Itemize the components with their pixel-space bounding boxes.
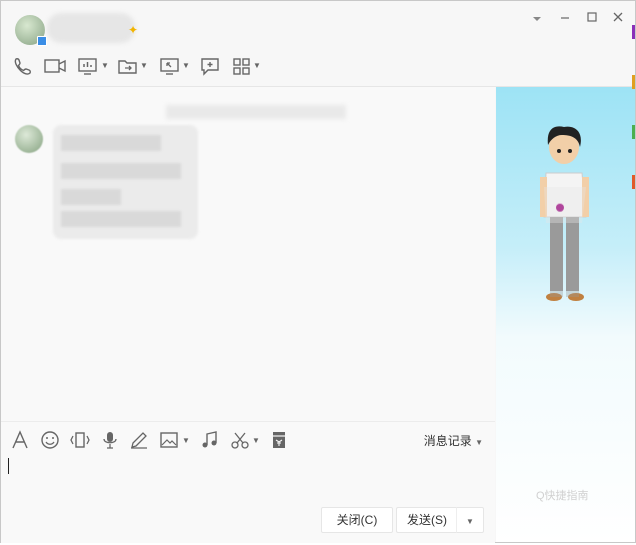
shake-icon[interactable] [69,430,91,452]
cartoon-avatar-figure [540,126,589,301]
font-icon[interactable] [11,430,29,452]
blurred-text-line [61,211,181,227]
apps-dropdown-icon[interactable]: ▼ [253,61,261,70]
remote-desktop-icon[interactable] [159,55,181,77]
image-dropdown-icon[interactable]: ▼ [182,436,190,445]
input-area[interactable]: ▼ ▼ 消息记录 ▼ 关闭(C) 发送(S) ▼ [1,421,495,543]
show-avatar-panel: Q快捷指南 [496,87,635,542]
chevron-down-icon: ▼ [475,438,483,447]
add-chat-icon[interactable] [199,55,221,77]
send-options-dropdown[interactable]: ▼ [456,507,484,533]
handwriting-icon[interactable] [129,430,149,452]
message-history-button[interactable]: 消息记录 ▼ [424,432,483,449]
apps-grid-icon[interactable] [231,55,253,77]
remote-desktop-dropdown-icon[interactable]: ▼ [182,61,190,70]
blurred-text-line [61,189,121,205]
maximize-icon[interactable] [584,11,600,27]
emoji-icon[interactable] [40,430,60,452]
close-icon[interactable] [610,11,626,27]
screen-share-dropdown-icon[interactable]: ▼ [101,61,109,70]
file-transfer-dropdown-icon[interactable]: ▼ [140,61,148,70]
music-icon[interactable] [200,430,220,452]
minimize-icon[interactable] [557,11,573,27]
screen-share-icon[interactable] [77,55,99,77]
text-cursor [8,458,9,474]
message-bubble-blurred[interactable] [53,125,198,239]
video-icon[interactable] [43,55,67,77]
timestamp-blurred [166,105,346,119]
screenshot-dropdown-icon[interactable]: ▼ [252,436,260,445]
phone-icon[interactable] [11,55,33,77]
image-icon[interactable] [159,430,179,452]
chevron-down-icon[interactable] [529,11,545,27]
message-history-label: 消息记录 [423,434,472,448]
chat-header: ✦ ▼ ▼ ▼ ▼ [1,1,635,87]
close-button[interactable]: 关闭(C) [321,507,393,533]
sender-avatar[interactable] [15,125,43,153]
online-status-icon [37,36,47,46]
file-transfer-icon[interactable] [117,55,139,77]
chevron-down-icon: ▼ [466,517,474,526]
blurred-text-line [61,163,181,179]
screenshot-icon[interactable] [230,430,250,452]
contact-name-blurred[interactable] [47,13,135,43]
message-area[interactable] [1,87,495,421]
voice-icon[interactable] [101,430,119,452]
close-button-label: 关闭(C) [336,513,378,527]
red-packet-icon[interactable] [270,430,288,452]
watermark-text: Q快捷指南 [536,490,589,502]
vip-crown-icon: ✦ [128,23,139,37]
chat-window: ✦ ▼ ▼ ▼ ▼ Q快捷指南 ▼ ▼ 消息记录 ▼ 关闭(C) 发送(S) ▼ [0,0,636,543]
blurred-text-line [61,135,161,151]
send-button-label: 发送(S) [407,513,447,527]
send-button[interactable]: 发送(S) [396,507,457,533]
